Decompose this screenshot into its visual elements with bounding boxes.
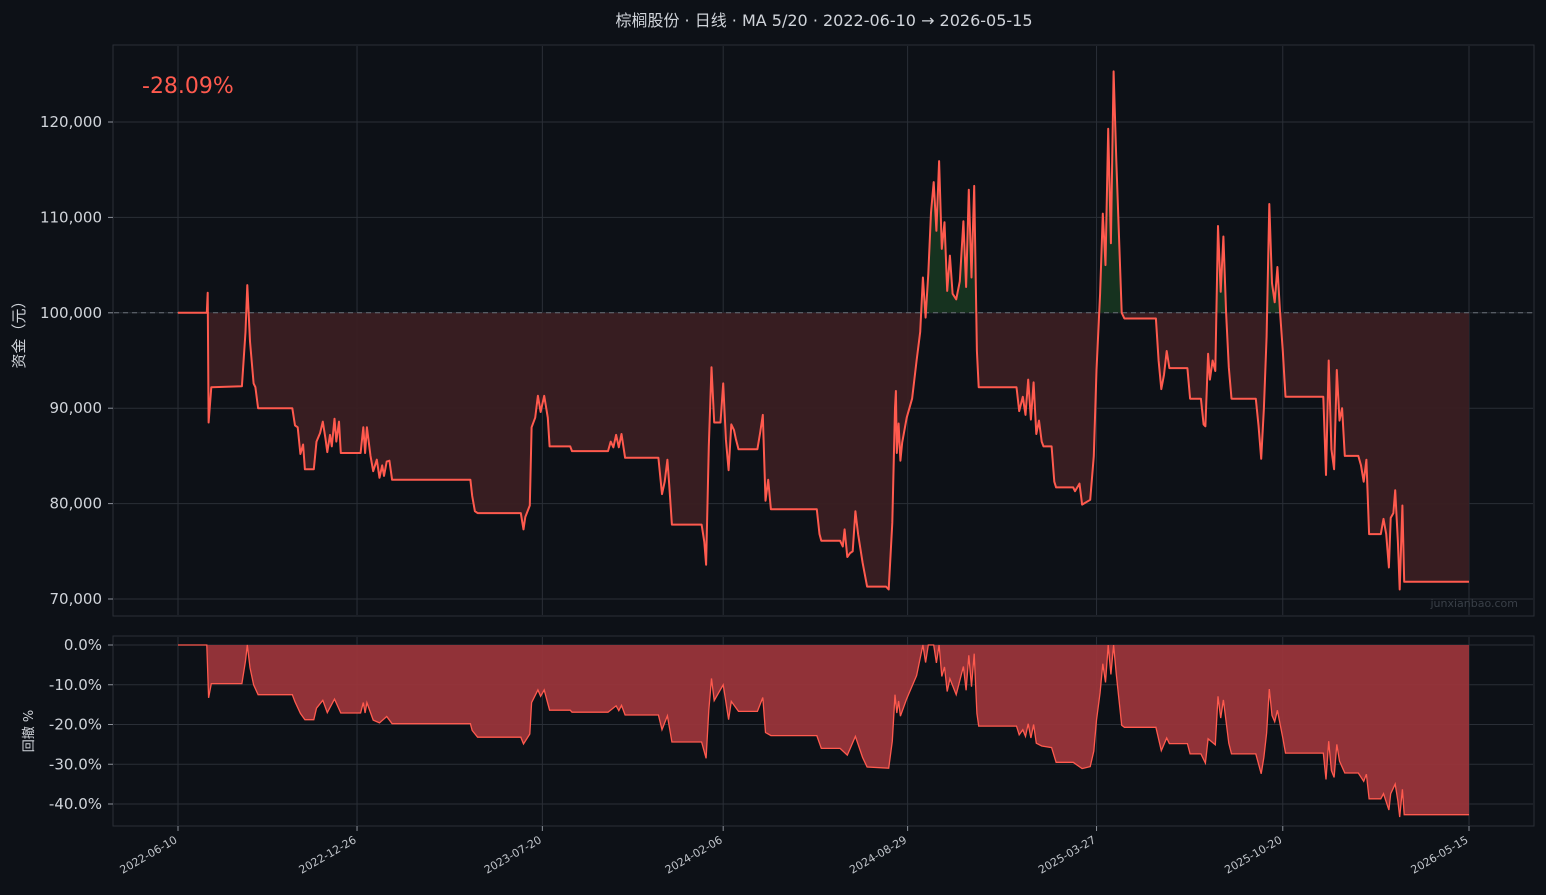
watermark: junxianbao.com [1429,597,1518,610]
equity-y-tick-label: 70,000 [50,590,103,608]
drawdown-y-tick-label: -10.0% [49,676,102,694]
backtest-chart: 棕榈股份 · 日线 · MA 5/20 · 2022-06-10 → 2026-… [0,0,1546,895]
equity-y-tick-label: 80,000 [50,495,103,513]
drawdown-y-axis-label: 回撤 % [21,710,37,753]
return-label: -28.09% [142,74,234,99]
equity-y-tick-label: 100,000 [40,304,102,322]
equity-y-tick-label: 120,000 [40,113,102,131]
drawdown-y-tick-label: -30.0% [49,755,102,773]
equity-y-axis-label: 资金（元） [10,293,28,368]
chart-title: 棕榈股份 · 日线 · MA 5/20 · 2022-06-10 → 2026-… [615,11,1032,30]
equity-y-tick-label: 90,000 [50,399,103,417]
drawdown-panel: 0.0% -10.0% -20.0% -30.0% -40.0% 回撤 % [21,635,1535,827]
equity-y-tick-label: 110,000 [40,208,102,226]
equity-panel: 70,00080,00090,000100,000110,000120,000 … [10,44,1535,617]
drawdown-y-tick-label: -40.0% [49,795,102,813]
drawdown-y-tick-label: 0.0% [64,636,102,654]
drawdown-y-tick-label: -20.0% [49,716,102,734]
